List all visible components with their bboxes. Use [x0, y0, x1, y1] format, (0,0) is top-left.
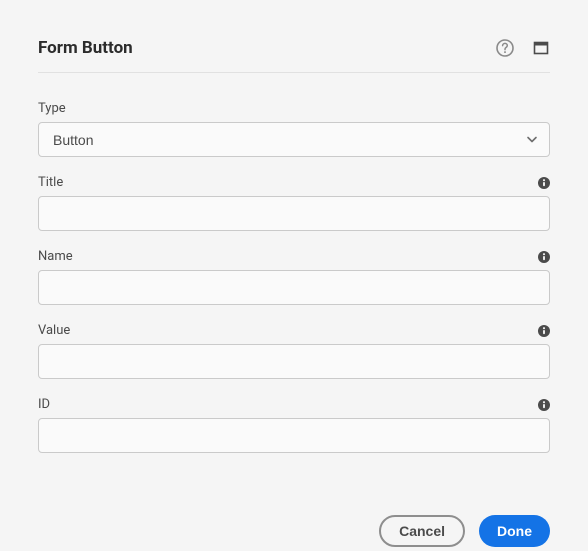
type-label: Type — [38, 101, 66, 116]
type-select-wrap: Button — [38, 122, 550, 157]
info-icon — [538, 251, 550, 263]
value-label: Value — [38, 323, 70, 338]
field-name: Name — [38, 249, 550, 305]
fullscreen-button[interactable] — [532, 39, 550, 57]
label-row: Name — [38, 249, 550, 264]
done-button[interactable]: Done — [479, 515, 550, 547]
label-row: Value — [38, 323, 550, 338]
header-actions — [496, 39, 550, 57]
dialog-header: Form Button — [38, 38, 550, 73]
type-select[interactable]: Button — [38, 122, 550, 157]
info-icon — [538, 177, 550, 189]
name-input[interactable] — [38, 270, 550, 305]
cancel-button[interactable]: Cancel — [379, 515, 465, 547]
id-input[interactable] — [38, 418, 550, 453]
help-icon — [496, 39, 514, 57]
title-input[interactable] — [38, 196, 550, 231]
id-label: ID — [38, 397, 50, 412]
field-title: Title — [38, 175, 550, 231]
label-row: Type — [38, 101, 550, 116]
dialog-footer: Cancel Done — [38, 515, 550, 547]
label-row: ID — [38, 397, 550, 412]
title-info-button[interactable] — [538, 177, 550, 189]
title-label: Title — [38, 175, 63, 190]
dialog-title: Form Button — [38, 38, 133, 58]
field-type: Type Button — [38, 101, 550, 157]
label-row: Title — [38, 175, 550, 190]
field-value: Value — [38, 323, 550, 379]
field-id: ID — [38, 397, 550, 453]
name-label: Name — [38, 249, 73, 264]
value-info-button[interactable] — [538, 325, 550, 337]
value-input[interactable] — [38, 344, 550, 379]
id-info-button[interactable] — [538, 399, 550, 411]
fullscreen-icon — [532, 39, 550, 57]
info-icon — [538, 399, 550, 411]
name-info-button[interactable] — [538, 251, 550, 263]
info-icon — [538, 325, 550, 337]
help-button[interactable] — [496, 39, 514, 57]
